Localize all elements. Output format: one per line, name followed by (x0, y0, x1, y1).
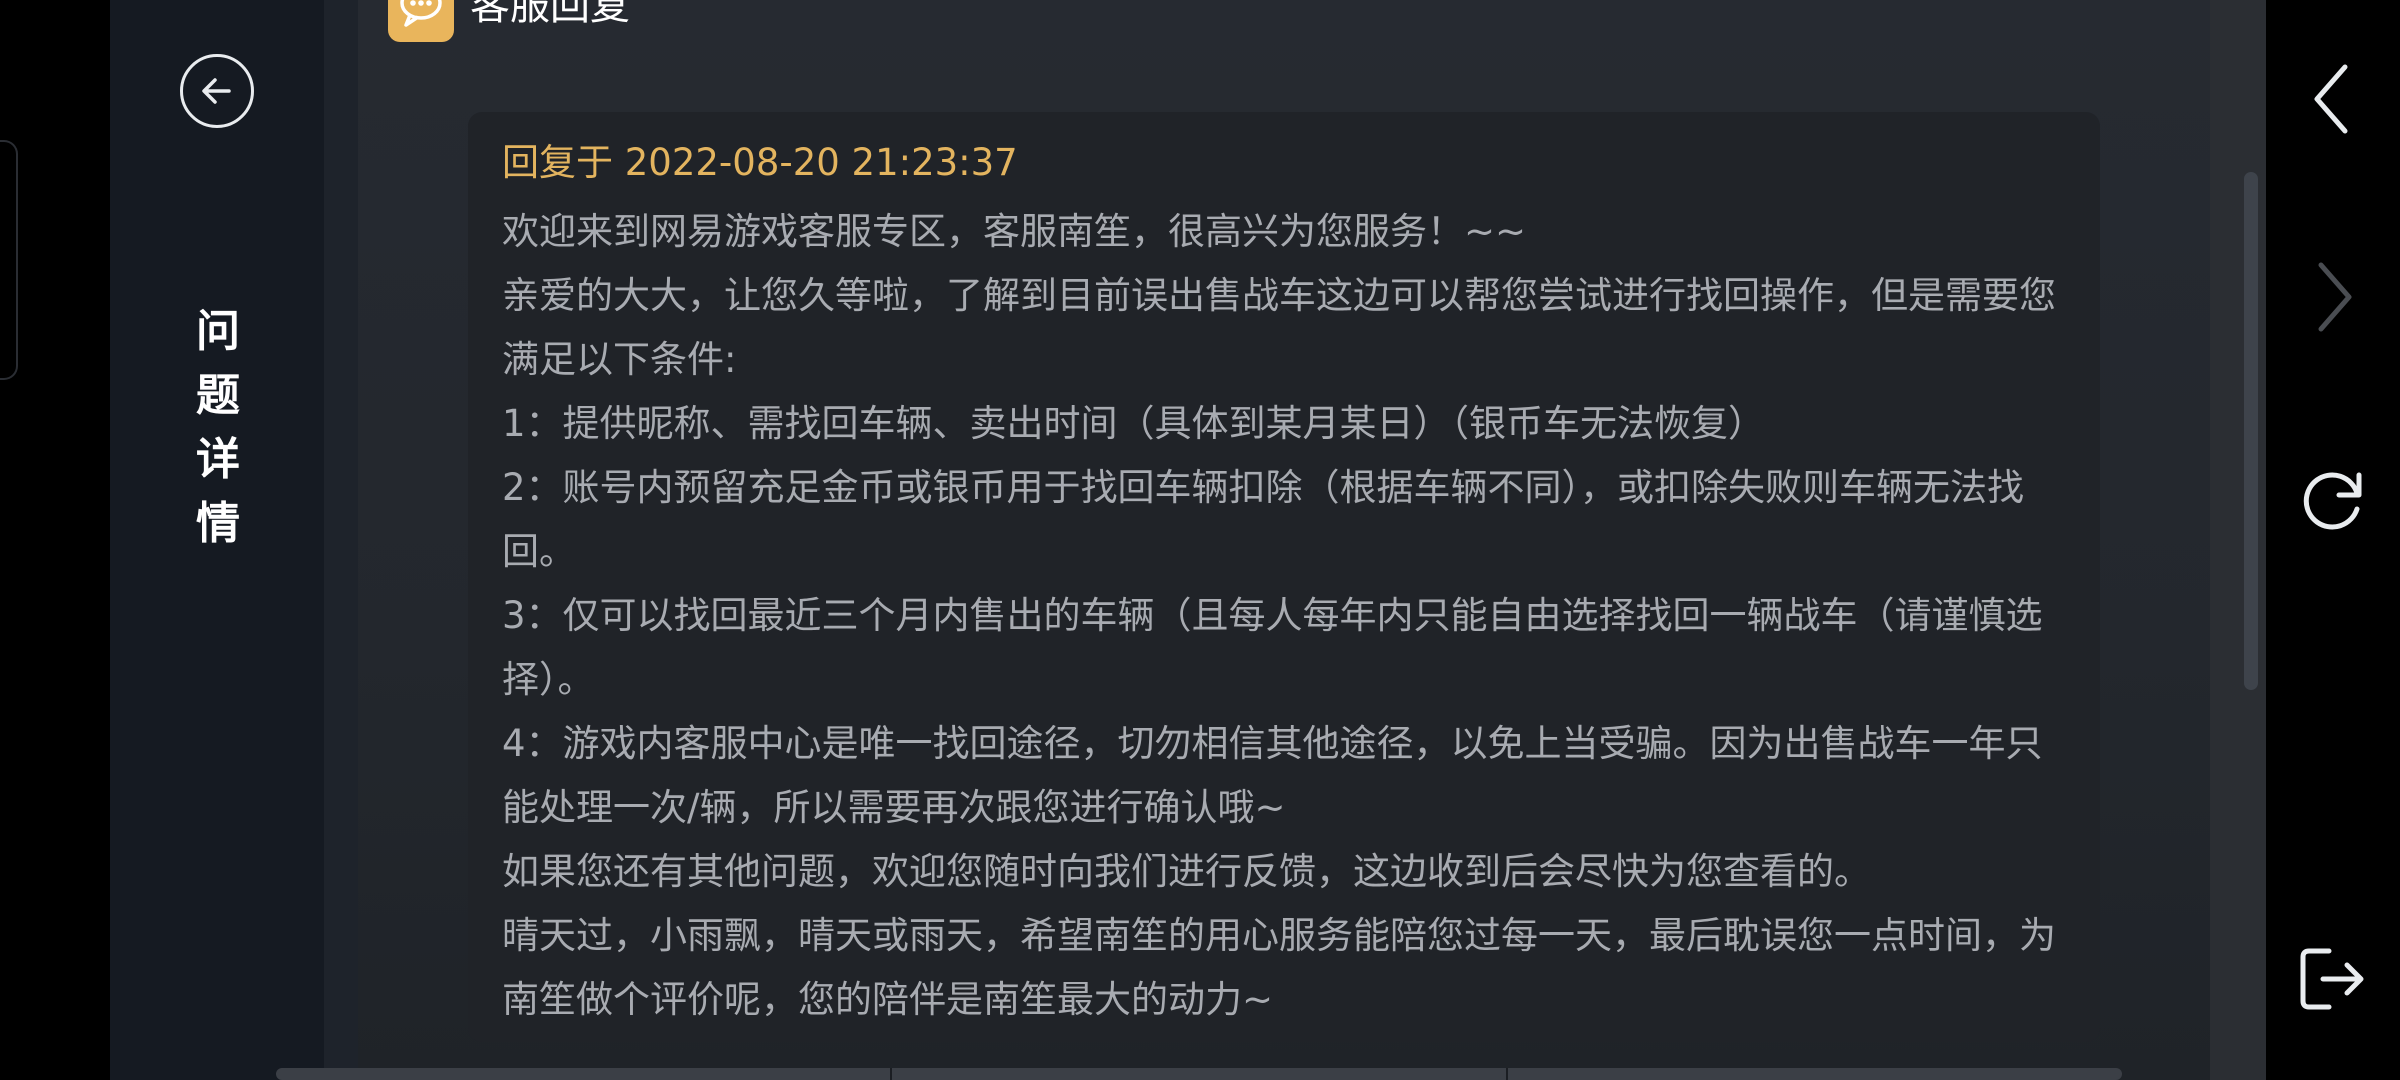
reply-card: 回复于 2022-08-20 21:23:37 欢迎来到网易游戏客服专区，客服南… (468, 112, 2100, 1042)
scroll-segment (892, 1068, 1508, 1080)
chevron-right-icon (2318, 262, 2352, 332)
nav-forward-button[interactable] (2288, 252, 2378, 342)
panel-divider (324, 0, 358, 1080)
scroll-segment (1508, 1068, 2122, 1080)
chevron-left-icon (2314, 64, 2348, 134)
nav-back-button[interactable] (2288, 54, 2378, 144)
reply-line: 2：账号内预留充足金币或银币用于找回车辆扣除（根据车辆不同），或扣除失败则车辆无… (502, 466, 2025, 573)
reply-line: 如果您还有其他问题，欢迎您随时向我们进行反馈，这边收到后会尽快为您查看的。 (502, 850, 1871, 893)
exit-button[interactable] (2288, 934, 2378, 1024)
refresh-button[interactable] (2288, 456, 2378, 546)
reply-line: 4：游戏内客服中心是唯一找回途径，切勿相信其他途径，以免上当受骗。因为出售战车一… (502, 722, 2043, 829)
chat-bubble-icon (388, 0, 454, 42)
page-title: 问题详情 (196, 306, 240, 549)
back-button[interactable] (180, 54, 254, 128)
refresh-icon (2303, 472, 2362, 530)
reply-line: 晴天过，小雨飘，晴天或雨天，希望南笙的用心服务能陪您过每一天，最后耽误您一点时间… (502, 914, 2056, 1021)
reply-line: 亲爱的大大，让您久等啦，了解到目前误出售战车这边可以帮您尝试进行找回操作，但是需… (502, 274, 2056, 381)
screen: 问题详情 客服回复 回复于 2022-08-20 21:23:37 欢迎来到网易… (0, 0, 2400, 1080)
left-panel: 问题详情 (110, 0, 324, 1080)
main-panel: 客服回复 回复于 2022-08-20 21:23:37 欢迎来到网易游戏客服专… (358, 0, 2210, 1080)
browser-controls (2266, 0, 2400, 1080)
exit-icon (2300, 948, 2364, 1010)
horizontal-scrollbar[interactable] (276, 1068, 2122, 1080)
reply-line: 欢迎来到网易游戏客服专区，客服南笙，很高兴为您服务！~~ (502, 210, 1527, 253)
reply-line: 3：仅可以找回最近三个月内售出的车辆（且每人每年内只能自由选择找回一辆战车（请谨… (502, 594, 2043, 701)
section-title: 客服回复 (470, 0, 630, 29)
reply-timestamp: 回复于 2022-08-20 21:23:37 (502, 141, 1018, 184)
reply-line: 1：提供昵称、需找回车辆、卖出时间（具体到某月某日）（银币车无法恢复） (502, 402, 1766, 445)
section-header: 客服回复 (388, 0, 630, 42)
edge-handle[interactable] (0, 140, 18, 380)
vertical-scrollbar[interactable] (2244, 172, 2258, 690)
scroll-segment (276, 1068, 892, 1080)
arrow-left-icon (202, 78, 231, 104)
